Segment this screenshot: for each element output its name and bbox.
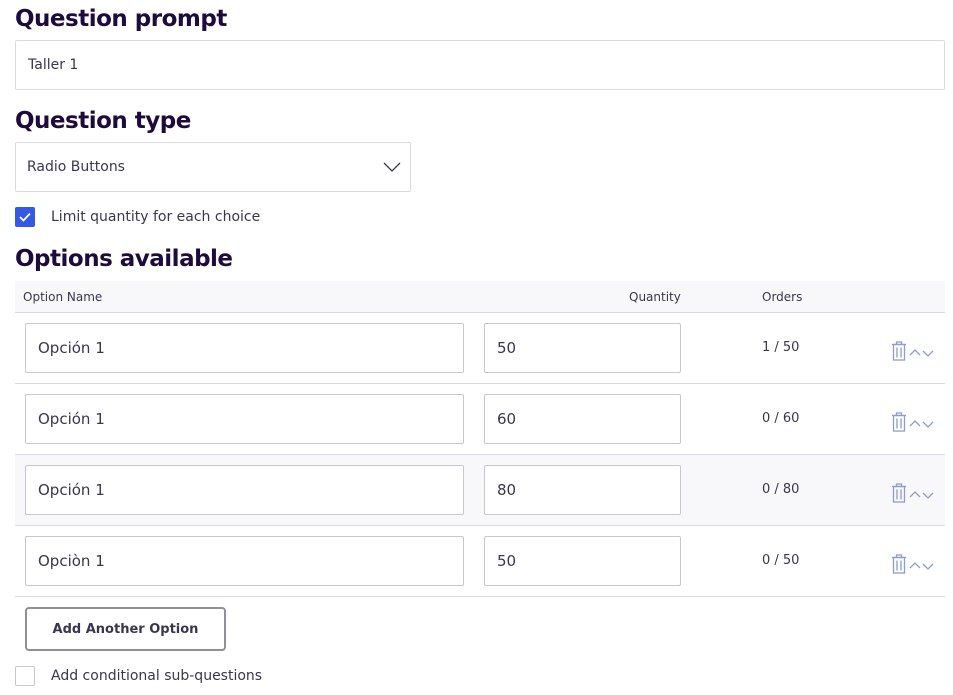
conditional-subquestions-checkbox[interactable] [15, 666, 35, 686]
option-quantity-value: 60 [497, 410, 517, 428]
option-actions [891, 552, 939, 574]
option-name-input[interactable]: Opción 1 [25, 465, 464, 515]
option-quantity-input[interactable]: 80 [484, 465, 681, 515]
column-header-option-name: Option Name [23, 290, 103, 304]
option-quantity-value: 50 [497, 552, 517, 570]
option-name-input[interactable]: Opción 1 [25, 323, 464, 373]
option-actions [891, 481, 939, 503]
trash-icon[interactable] [891, 341, 907, 361]
reorder-chevrons-icon[interactable] [909, 490, 935, 500]
chevron-down-icon [383, 162, 401, 172]
option-name-value: Opción 1 [38, 481, 105, 499]
options-available-heading: Options available [15, 246, 233, 272]
add-another-option-button[interactable]: Add Another Option [25, 607, 226, 651]
limit-quantity-checkbox[interactable] [15, 207, 35, 227]
option-row: Opciòn 1 50 0 / 50 [15, 526, 945, 597]
options-table-header: Option Name Quantity Orders [15, 281, 945, 313]
option-quantity-value: 80 [497, 481, 517, 499]
conditional-subquestions-row: Add conditional sub-questions [15, 666, 262, 686]
option-orders-count: 1 / 50 [762, 340, 800, 355]
option-name-input[interactable]: Opciòn 1 [25, 536, 464, 586]
option-actions [891, 339, 939, 361]
conditional-subquestions-label: Add conditional sub-questions [51, 668, 263, 684]
limit-quantity-label: Limit quantity for each choice [51, 209, 261, 225]
option-quantity-input[interactable]: 50 [484, 536, 681, 586]
question-type-heading: Question type [15, 108, 191, 134]
option-name-input[interactable]: Opción 1 [25, 394, 464, 444]
question-prompt-value: Taller 1 [28, 57, 79, 73]
column-header-quantity: Quantity [629, 290, 681, 304]
option-row: Opción 1 60 0 / 60 [15, 384, 945, 455]
option-orders-count: 0 / 60 [762, 411, 800, 426]
column-header-orders: Orders [762, 290, 803, 304]
question-type-selected-value: Radio Buttons [27, 159, 125, 175]
option-row: Opción 1 80 0 / 80 [15, 455, 945, 526]
option-orders-count: 0 / 80 [762, 482, 800, 497]
option-quantity-input[interactable]: 50 [484, 323, 681, 373]
limit-quantity-row: Limit quantity for each choice [15, 207, 260, 227]
option-name-value: Opción 1 [38, 410, 105, 428]
question-prompt-heading: Question prompt [15, 6, 227, 32]
question-type-select[interactable]: Radio Buttons [15, 142, 411, 192]
option-name-value: Opción 1 [38, 339, 105, 357]
reorder-chevrons-icon[interactable] [909, 561, 935, 571]
option-quantity-value: 50 [497, 339, 517, 357]
checkmark-icon [19, 212, 31, 222]
option-actions [891, 410, 939, 432]
trash-icon[interactable] [891, 412, 907, 432]
trash-icon[interactable] [891, 554, 907, 574]
reorder-chevrons-icon[interactable] [909, 348, 935, 358]
option-row: Opción 1 50 1 / 50 [15, 313, 945, 384]
option-quantity-input[interactable]: 60 [484, 394, 681, 444]
trash-icon[interactable] [891, 483, 907, 503]
reorder-chevrons-icon[interactable] [909, 419, 935, 429]
option-name-value: Opciòn 1 [38, 552, 105, 570]
option-orders-count: 0 / 50 [762, 553, 800, 568]
question-prompt-input[interactable]: Taller 1 [15, 40, 945, 90]
